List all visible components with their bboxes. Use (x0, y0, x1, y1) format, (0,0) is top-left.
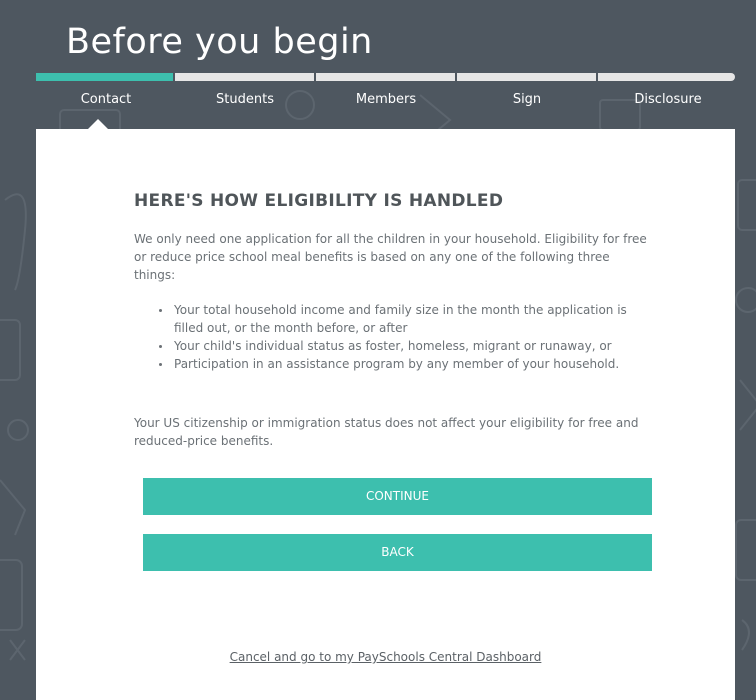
progress-segment-members (316, 73, 455, 81)
step-contact: Contact (80, 92, 132, 107)
cancel-container: Cancel and go to my PaySchools Central D… (36, 650, 735, 664)
progress-segment-sign (457, 73, 596, 81)
progress-segment-contact (36, 73, 173, 81)
back-button[interactable]: BACK (143, 534, 652, 571)
card-heading: HERE'S HOW ELIGIBILITY IS HANDLED (134, 191, 504, 211)
intro-paragraph: We only need one application for all the… (134, 232, 647, 282)
continue-button[interactable]: CONTINUE (143, 478, 652, 515)
citizenship-note: Your US citizenship or immigration statu… (134, 416, 639, 448)
list-item: Your total household income and family s… (154, 301, 654, 337)
step-members: Members (355, 92, 417, 107)
eligibility-criteria-list: Your total household income and family s… (154, 301, 654, 373)
cancel-dashboard-link[interactable]: Cancel and go to my PaySchools Central D… (230, 650, 542, 664)
step-labels: Contact Students Members Sign Disclosure (36, 92, 735, 112)
page-background: Before you begin Contact Students Member… (0, 0, 756, 700)
progress-segment-disclosure (598, 73, 735, 81)
step-sign: Sign (512, 92, 542, 107)
page-title: Before you begin (66, 22, 373, 62)
progress-segment-students (175, 73, 314, 81)
list-item: Participation in an assistance program b… (154, 355, 654, 373)
step-disclosure: Disclosure (634, 92, 702, 107)
step-progress-bar (36, 73, 735, 83)
eligibility-card: HERE'S HOW ELIGIBILITY IS HANDLED We onl… (36, 129, 735, 700)
step-students: Students (216, 92, 274, 107)
list-item: Your child's individual status as foster… (154, 337, 654, 355)
